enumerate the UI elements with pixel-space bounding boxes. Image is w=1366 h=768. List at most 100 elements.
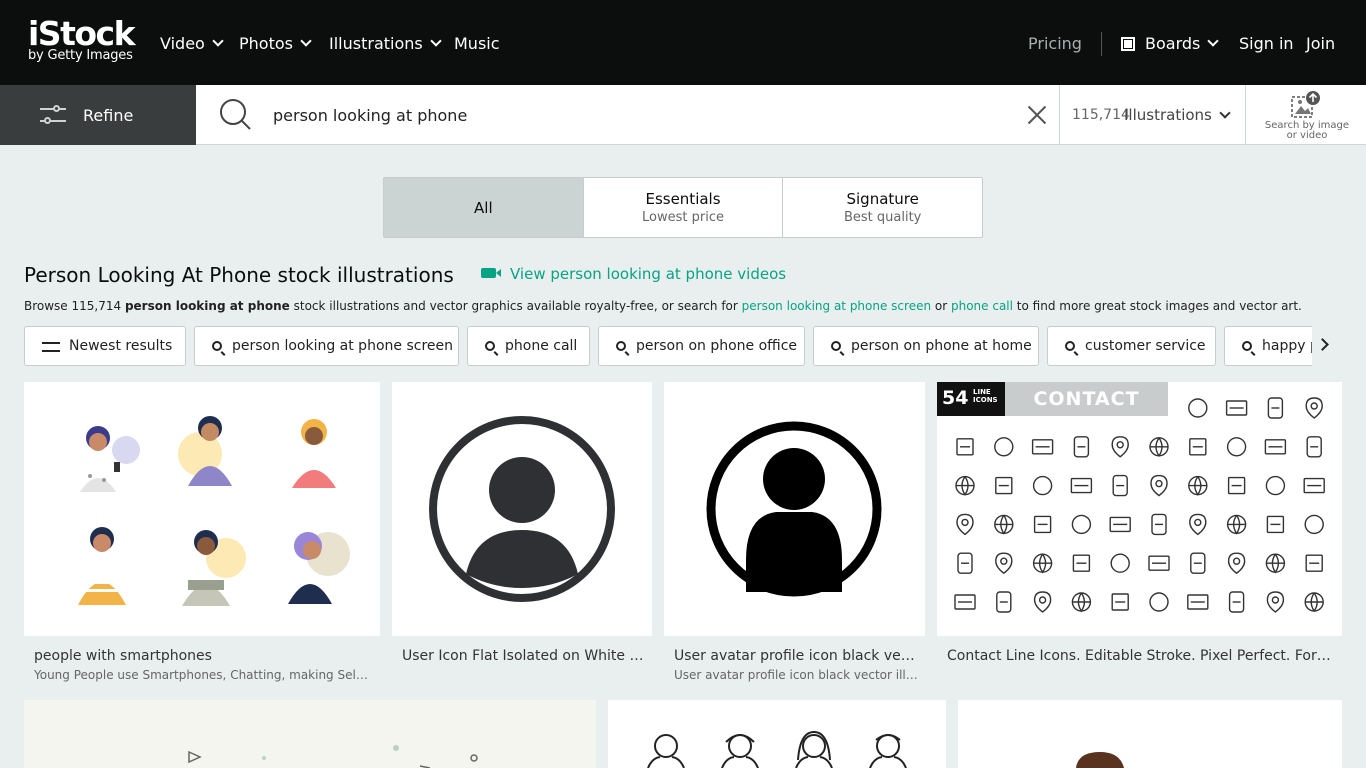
- contact-icons-grid: [954, 397, 1325, 613]
- chevron-down-icon: [300, 35, 312, 47]
- result-image-person-illustration[interactable]: [958, 700, 1342, 768]
- logo-subtitle: by Getty Images: [28, 48, 133, 63]
- tab-all-label: All: [474, 199, 493, 217]
- result-image-people-smartphones[interactable]: [24, 382, 380, 636]
- tab-signature-sublabel: Best quality: [843, 210, 922, 225]
- contact-line-icon: [1033, 591, 1052, 613]
- card-title[interactable]: people with smartphones: [34, 648, 374, 664]
- contact-line-icon: [1265, 475, 1286, 496]
- nav-divider: [1101, 32, 1102, 56]
- contact-line-icon: [1225, 400, 1248, 416]
- person-illustration: [1076, 752, 1124, 768]
- search-bar: Refine person looking at phone 115,714 I…: [0, 85, 1366, 145]
- people-outline-icons: [647, 730, 907, 768]
- card-title[interactable]: Contact Line Icons. Editable Stroke. Pix…: [947, 648, 1332, 664]
- related-link-phone-call[interactable]: phone call: [951, 299, 1013, 313]
- search-icon: [616, 341, 626, 351]
- join-link[interactable]: Join: [1306, 34, 1335, 53]
- sign-in-label: Sign in: [1239, 34, 1294, 53]
- search-by-image-label: Search by image or video: [1264, 120, 1350, 141]
- contact-line-icon: [1228, 591, 1245, 613]
- chip-search[interactable]: phone call: [467, 326, 590, 366]
- view-videos-link[interactable]: View person looking at phone videos: [481, 265, 786, 283]
- contact-line-icon: [1033, 515, 1052, 534]
- contact-line-icon: [1032, 475, 1053, 496]
- search-icon: [831, 341, 841, 351]
- search-input[interactable]: person looking at phone: [273, 106, 467, 125]
- result-image-user-icon-flat[interactable]: [392, 382, 652, 636]
- browse-or: or: [931, 299, 951, 313]
- browse-prefix: Browse 115,714: [24, 299, 125, 313]
- contact-line-icon: [1306, 436, 1322, 458]
- contact-line-icon: [1151, 513, 1167, 536]
- contact-line-icon: [1149, 437, 1169, 458]
- refine-label: Refine: [83, 106, 134, 125]
- chip-search[interactable]: person on phone office: [598, 326, 805, 366]
- nav-video[interactable]: Video: [160, 34, 224, 53]
- sliders-icon: [40, 105, 66, 125]
- pricing-link[interactable]: Pricing: [1028, 34, 1082, 53]
- chip-search[interactable]: person looking at phone screen: [194, 326, 459, 366]
- result-image-contact-line-icons[interactable]: 54 LINE ICONS CONTACT: [937, 382, 1342, 636]
- contact-line-icon: [1265, 553, 1286, 574]
- media-type-dropdown[interactable]: 115,714 Illustrations: [1059, 85, 1246, 145]
- contact-line-icon: [957, 552, 973, 574]
- contact-line-icon: [1109, 516, 1131, 533]
- card-title[interactable]: User avatar profile icon black vect...: [674, 648, 919, 664]
- istock-logo[interactable]: iStock by Getty Images: [28, 17, 140, 69]
- tab-essentials[interactable]: Essentials Lowest price: [583, 178, 784, 237]
- contact-line-icon: [1227, 476, 1246, 495]
- top-nav-bar: iStock by Getty Images Video Photos Illu…: [0, 0, 1366, 85]
- contact-line-icon: [1149, 592, 1169, 612]
- tab-all[interactable]: All: [384, 178, 584, 237]
- result-image-people-outline-icons[interactable]: [608, 700, 946, 768]
- refine-button[interactable]: Refine: [0, 85, 196, 145]
- related-link-phone-screen[interactable]: person looking at phone screen: [742, 299, 931, 313]
- chevron-down-icon: [430, 35, 442, 47]
- tab-signature[interactable]: Signature Best quality: [783, 178, 982, 237]
- boards-menu[interactable]: Boards: [1121, 34, 1220, 53]
- user-avatar-icon: [706, 421, 882, 597]
- result-image-user-avatar-profile[interactable]: [664, 382, 925, 636]
- nav-illustrations-label: Illustrations: [329, 34, 423, 53]
- people-illustration: [78, 416, 350, 606]
- abstract-illustration: [188, 745, 478, 768]
- contact-line-icon: [1304, 592, 1324, 613]
- card-title[interactable]: User Icon Flat Isolated on White Ba...: [402, 648, 647, 664]
- sign-in-link[interactable]: Sign in: [1239, 34, 1294, 53]
- chip-label: phone call: [505, 338, 578, 354]
- contact-line-icon: [956, 513, 974, 536]
- related-search-chips: Newest results person looking at phone s…: [24, 326, 1312, 366]
- search-by-image-button[interactable]: Search by image or video: [1246, 85, 1366, 145]
- contact-line-icon: [1148, 555, 1170, 571]
- tab-signature-label: Signature: [846, 190, 919, 208]
- chip-search[interactable]: customer service: [1047, 326, 1216, 366]
- clear-search-icon[interactable]: [1027, 105, 1047, 125]
- chip-newest-results[interactable]: Newest results: [24, 326, 186, 366]
- contact-line-icon: [1304, 514, 1324, 535]
- chip-search[interactable]: person on phone at home: [813, 326, 1039, 366]
- contact-line-icon: [1111, 436, 1129, 458]
- nav-illustrations[interactable]: Illustrations: [329, 34, 442, 53]
- chevron-down-icon: [1207, 35, 1220, 47]
- contact-line-icon: [1305, 554, 1323, 572]
- media-type-label: Illustrations: [1124, 106, 1212, 124]
- nav-photos[interactable]: Photos: [239, 34, 312, 53]
- chevron-right-icon[interactable]: [1316, 338, 1329, 351]
- contact-line-icon: [1031, 439, 1054, 455]
- contact-line-icon: [995, 476, 1013, 495]
- contact-line-icon: [956, 438, 974, 456]
- contact-line-icon: [1073, 436, 1090, 458]
- chip-search[interactable]: happy p: [1224, 326, 1312, 366]
- search-icon[interactable]: [218, 97, 252, 131]
- result-image-abstract[interactable]: [24, 700, 596, 768]
- contact-line-icon: [1189, 513, 1207, 536]
- contact-line-icon: [1188, 475, 1208, 496]
- chip-label: customer service: [1085, 338, 1206, 354]
- nav-music[interactable]: Music: [454, 34, 500, 53]
- contact-line-icon: [1226, 514, 1247, 535]
- chevron-down-icon: [212, 35, 224, 47]
- contact-line-icon: [1150, 474, 1168, 497]
- contact-line-icon: [996, 591, 1012, 613]
- contact-line-icon: [955, 475, 975, 496]
